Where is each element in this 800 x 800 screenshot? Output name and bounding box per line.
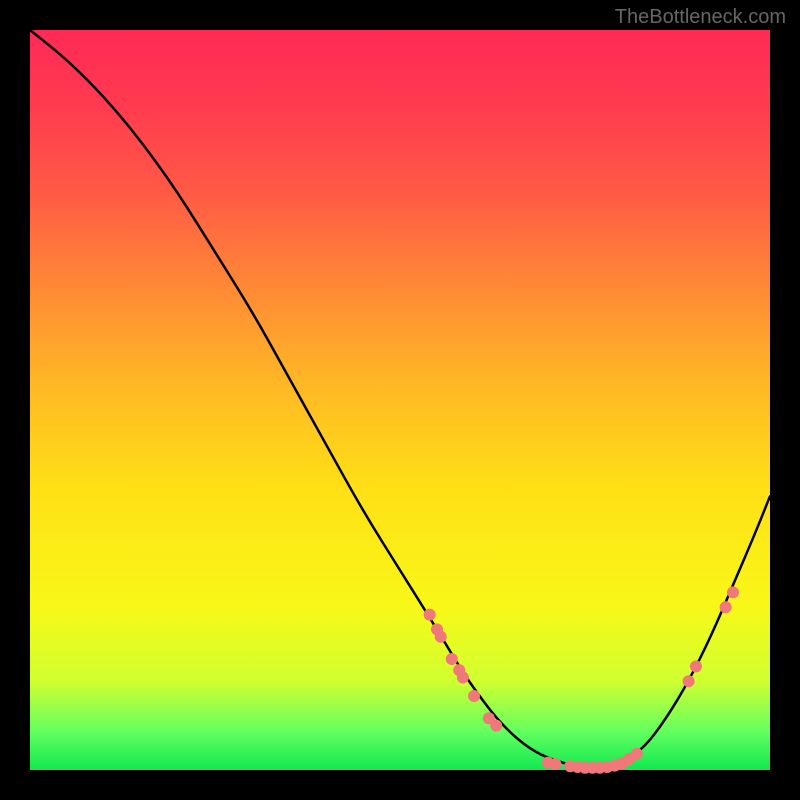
data-marker — [720, 601, 732, 613]
data-marker — [468, 690, 480, 702]
data-marker — [727, 586, 739, 598]
bottleneck-curve — [30, 30, 770, 770]
chart-svg — [30, 30, 770, 770]
data-marker — [457, 672, 469, 684]
data-marker — [435, 631, 447, 643]
data-marker — [631, 748, 643, 760]
data-marker — [424, 609, 436, 621]
watermark-text: TheBottleneck.com — [615, 6, 786, 29]
data-marker — [446, 653, 458, 665]
data-marker — [690, 660, 702, 672]
data-marker — [549, 758, 561, 770]
data-marker — [683, 675, 695, 687]
plot-area — [30, 30, 770, 770]
scatter-markers — [424, 586, 739, 773]
data-marker — [490, 720, 502, 732]
